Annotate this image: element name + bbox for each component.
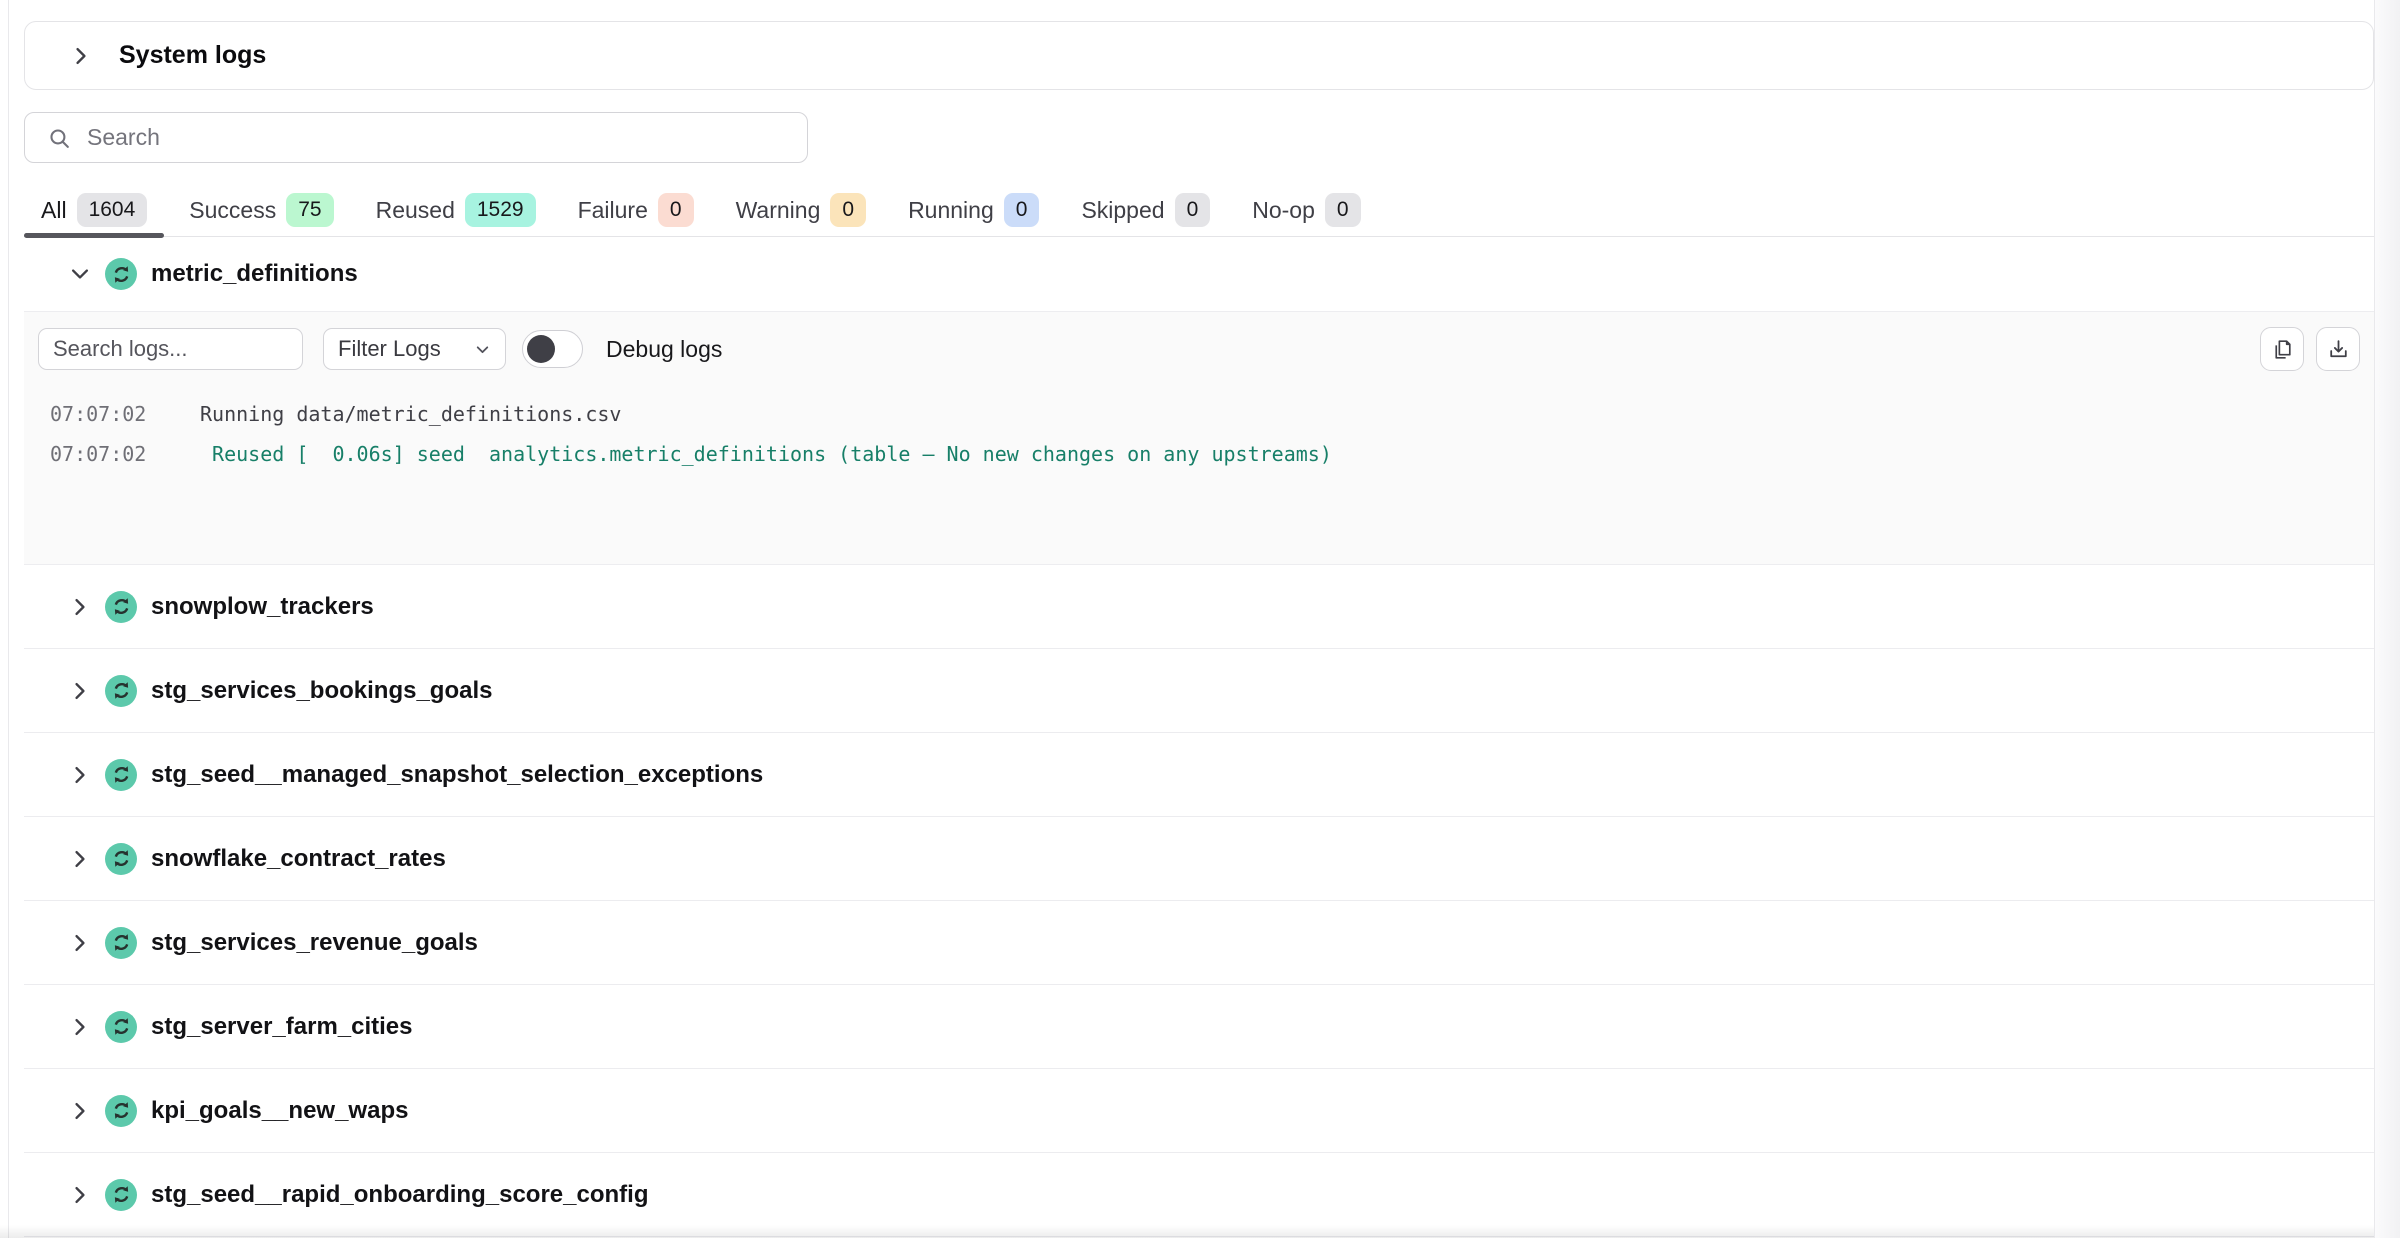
tab-count-badge: 0: [1325, 193, 1361, 227]
tab-label: No-op: [1252, 197, 1315, 224]
tab-no-op[interactable]: No-op 0: [1235, 184, 1377, 236]
log-timestamp: 07:07:02: [50, 434, 200, 474]
reused-status-icon: [105, 591, 137, 623]
log-group-row-kpi_goals__new_waps[interactable]: kpi_goals__new_waps: [24, 1069, 2374, 1153]
main-content: System logs All 1604 Success 75 Reused 1529 Fa…: [9, 0, 2374, 1238]
log-line: 07:07:02Running data/metric_definitions.…: [38, 394, 2360, 434]
log-message: Running data/metric_definitions.csv: [200, 394, 621, 434]
reused-status-icon: [105, 1011, 137, 1043]
log-group-name: stg_services_bookings_goals: [151, 677, 492, 705]
tab-label: Warning: [736, 197, 821, 224]
tab-label: Reused: [376, 197, 455, 224]
chevron-right-icon: [69, 1100, 91, 1122]
log-group-list: snowplow_trackers stg_services_bookings_g…: [24, 565, 2374, 1237]
tab-count-badge: 0: [1175, 193, 1211, 227]
log-group-name: stg_services_revenue_goals: [151, 929, 478, 957]
log-group-name: snowflake_contract_rates: [151, 845, 446, 873]
copy-icon: [2270, 337, 2295, 362]
log-console: Filter Logs Debug logs: [24, 311, 2374, 565]
reused-status-icon: [105, 927, 137, 959]
tab-success[interactable]: Success 75: [172, 184, 350, 236]
chevron-right-icon: [69, 932, 91, 954]
download-icon: [2326, 337, 2351, 362]
log-group-name: stg_seed__managed_snapshot_selection_exc…: [151, 761, 763, 789]
tab-running[interactable]: Running 0: [891, 184, 1056, 236]
tab-count-badge: 1529: [465, 193, 536, 227]
tab-count-badge: 1604: [77, 193, 148, 227]
chevron-right-icon: [69, 596, 91, 618]
filter-logs-select[interactable]: Filter Logs: [323, 328, 506, 370]
chevron-right-icon: [70, 45, 92, 67]
log-toolbar-actions: [2260, 327, 2360, 371]
log-group-name: kpi_goals__new_waps: [151, 1097, 408, 1125]
log-group-name: stg_seed__rapid_onboarding_score_config: [151, 1181, 648, 1209]
bottom-edge-shadow: [0, 1225, 2374, 1238]
status-tabs: All1604Success75Reused1529Failure0Warnin…: [24, 184, 2374, 237]
reused-status-icon: [105, 258, 137, 290]
reused-status-icon: [105, 1179, 137, 1211]
tab-skipped[interactable]: Skipped 0: [1064, 184, 1227, 236]
chevron-right-icon: [69, 764, 91, 786]
log-output: 07:07:02Running data/metric_definitions.…: [38, 394, 2360, 474]
reused-status-icon: [105, 675, 137, 707]
log-group-row-stg_services_bookings_goals[interactable]: stg_services_bookings_goals: [24, 649, 2374, 733]
log-console-toolbar: Filter Logs Debug logs: [38, 328, 2360, 370]
chevron-right-icon: [69, 1184, 91, 1206]
download-logs-button[interactable]: [2316, 327, 2360, 371]
chevron-right-icon: [69, 680, 91, 702]
log-group-row-stg_services_revenue_goals[interactable]: stg_services_revenue_goals: [24, 901, 2374, 985]
search-logs-input[interactable]: [38, 328, 303, 370]
reused-status-icon: [105, 1095, 137, 1127]
log-group-row-snowplow_trackers[interactable]: snowplow_trackers: [24, 565, 2374, 649]
tab-reused[interactable]: Reused 1529: [359, 184, 553, 236]
search-box: [24, 112, 808, 163]
chevron-down-icon: [69, 263, 91, 285]
reused-status-icon: [105, 759, 137, 791]
vertical-scrollbar[interactable]: [2374, 0, 2400, 1238]
toggle-knob: [527, 335, 555, 363]
chevron-down-icon: [474, 341, 491, 358]
log-group-row-stg_server_farm_cities[interactable]: stg_server_farm_cities: [24, 985, 2374, 1069]
tab-count-badge: 0: [830, 193, 866, 227]
tab-count-badge: 0: [658, 193, 694, 227]
tab-failure[interactable]: Failure 0: [561, 184, 711, 236]
debug-logs-label: Debug logs: [606, 336, 722, 363]
tab-label: Failure: [578, 197, 648, 224]
chevron-right-icon: [69, 848, 91, 870]
tab-label: Skipped: [1081, 197, 1164, 224]
tab-label: All: [41, 197, 67, 224]
log-group-name: stg_server_farm_cities: [151, 1013, 413, 1041]
system-logs-page: System logs All 1604 Success 75 Reused 1529 Fa…: [0, 0, 2400, 1238]
tab-label: Running: [908, 197, 994, 224]
tab-count-badge: 0: [1004, 193, 1040, 227]
chevron-right-icon: [69, 1016, 91, 1038]
log-group-row-snowflake_contract_rates[interactable]: snowflake_contract_rates: [24, 817, 2374, 901]
tab-label: Success: [189, 197, 276, 224]
log-timestamp: 07:07:02: [50, 394, 200, 434]
log-group-name: metric_definitions: [151, 260, 358, 288]
system-logs-header[interactable]: System logs: [24, 21, 2374, 90]
tab-warning[interactable]: Warning 0: [719, 184, 883, 236]
debug-logs-toggle[interactable]: [522, 330, 583, 368]
reused-status-icon: [105, 843, 137, 875]
page-title: System logs: [119, 41, 266, 70]
search-input[interactable]: [25, 113, 807, 162]
log-group-row-stg_seed__managed_snapshot_selection_exceptions[interactable]: stg_seed__managed_snapshot_selection_exc…: [24, 733, 2374, 817]
log-line: 07:07:02 Reused [ 0.06s] seed analytics.…: [38, 434, 2360, 474]
log-message: Reused [ 0.06s] seed analytics.metric_de…: [200, 434, 1332, 474]
log-group-name: snowplow_trackers: [151, 593, 374, 621]
tab-count-badge: 75: [286, 193, 333, 227]
filter-logs-label: Filter Logs: [338, 336, 441, 362]
tab-all[interactable]: All 1604: [24, 184, 164, 236]
log-group-header-metric-definitions[interactable]: metric_definitions: [24, 237, 2374, 311]
copy-logs-button[interactable]: [2260, 327, 2304, 371]
